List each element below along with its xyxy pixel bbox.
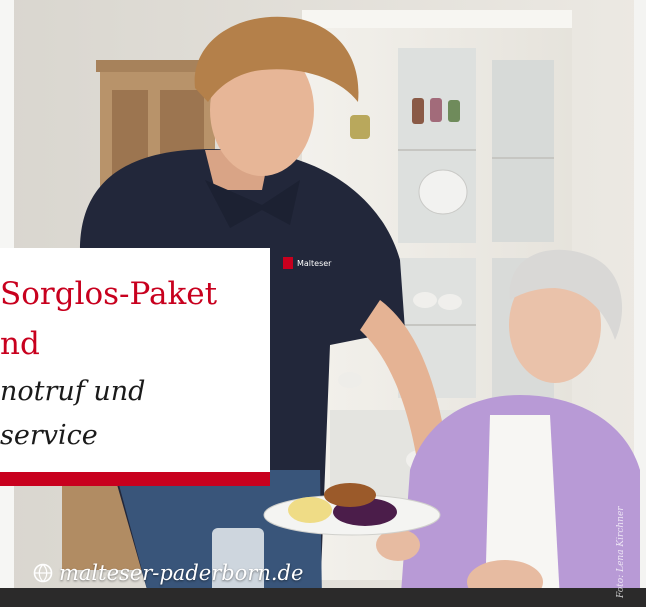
promo-card: Sorglos-Paket nd notruf und service [0,248,270,486]
accent-bar [0,472,270,486]
headline-line-2: nd [0,326,40,362]
website-text[interactable]: malteser-paderborn.de [59,561,303,585]
globe-icon [33,563,53,583]
headline-line-1: Sorglos-Paket [0,276,218,312]
website-link[interactable]: malteser-paderborn.de [33,561,303,585]
subline-line-2: service [0,420,98,451]
photo-credit: Foto: Lena Kirchner [616,506,626,598]
shirt-logo-text: Malteser [297,259,332,268]
subline-line-1: notruf und [0,376,146,407]
